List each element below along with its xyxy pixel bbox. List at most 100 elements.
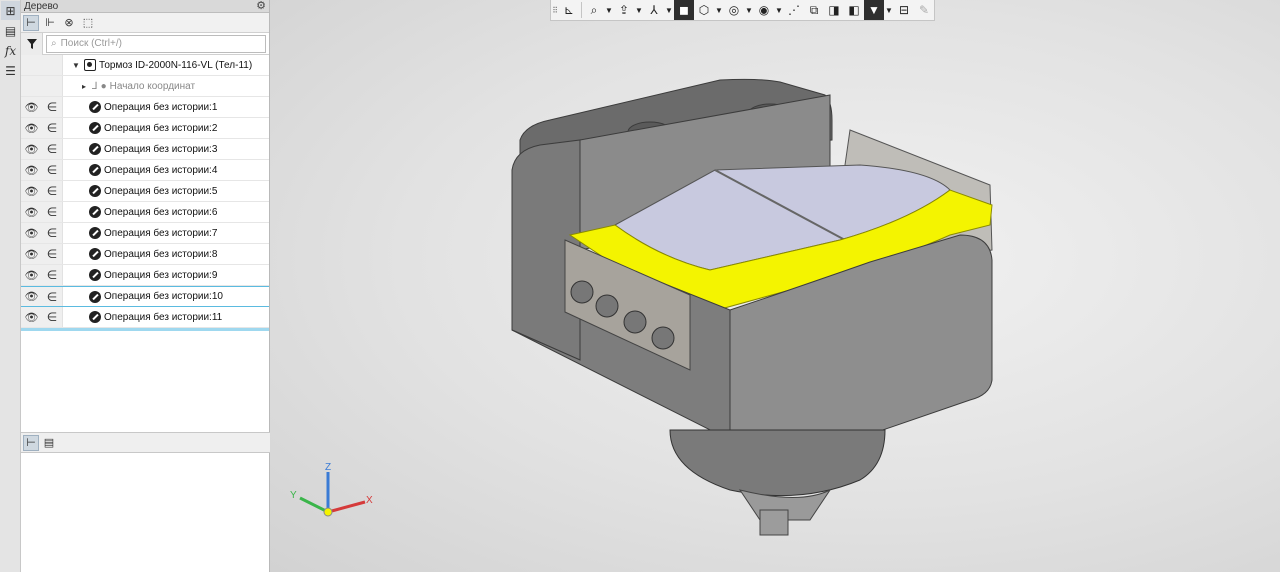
tree-operation-row[interactable]: 👁 ∈ Операция без истории:7 [21, 223, 269, 244]
y-axis [299, 496, 329, 514]
tree-operation-row[interactable]: 👁 ∈ Операция без истории:4 [21, 160, 269, 181]
visibility-eye-icon[interactable]: 👁 [21, 97, 42, 117]
search-input[interactable]: ⌕ Поиск (Ctrl+/) [46, 34, 266, 53]
tree-tab-icon[interactable]: ⊢ [23, 434, 39, 451]
operation-icon [89, 248, 101, 260]
tree-operation-row[interactable]: 👁 ∈ Операция без истории:8 [21, 244, 269, 265]
tree-operation-row[interactable]: 👁 ∈ Операция без истории:1 [21, 97, 269, 118]
tree-toolbar: ⊢ ⊩ ⊗ ⬚ [21, 13, 269, 33]
origin-dot-icon: ● [100, 80, 107, 92]
belongs-icon[interactable]: ∈ [42, 97, 63, 117]
belongs-icon[interactable]: ∈ [42, 118, 63, 138]
show-parts-icon[interactable]: ⊗ [61, 15, 77, 31]
expand-right-icon[interactable]: ▸ [79, 82, 89, 91]
operation-label: Операция без истории:9 [104, 269, 218, 281]
operation-icon [89, 143, 101, 155]
brake-model[interactable]: Z X Y [270, 0, 1280, 572]
belongs-icon[interactable]: ∈ [42, 223, 63, 243]
visibility-eye-icon[interactable]: 👁 [21, 244, 42, 264]
bottom-cylinder [669, 429, 886, 497]
operation-icon [89, 206, 101, 218]
bolt-head [651, 326, 675, 350]
y-axis-label: Y [290, 490, 297, 501]
tree-panel: Дерево ⚙ ⊢ ⊩ ⊗ ⬚ ⌕ Поиск (Ctrl+/) ▼ Торм… [21, 0, 270, 572]
operation-icon [89, 290, 101, 303]
operation-icon [89, 227, 101, 239]
panel-title: Дерево [24, 0, 59, 12]
search-icon: ⌕ [51, 38, 57, 49]
bolt-head [570, 280, 594, 304]
operation-label: Операция без истории:5 [104, 185, 218, 197]
left-icon-strip: ⊞ ▤ fx ☰ [0, 0, 21, 572]
belongs-icon[interactable]: ∈ [42, 160, 63, 180]
tree-operation-row[interactable]: 👁 ∈ Операция без истории:10 [21, 286, 269, 307]
variables-fx-icon[interactable]: fx [1, 41, 20, 60]
tree-root-row[interactable]: ▼ Тормоз ID-2000N-116-VL (Тел-11) [21, 55, 269, 76]
origin-point [323, 507, 333, 517]
tree-operation-row[interactable]: 👁 ∈ Операция без истории:2 [21, 118, 269, 139]
belongs-icon[interactable]: ∈ [42, 265, 63, 285]
coordinate-origin-icon: ⅃ [92, 80, 98, 92]
z-axis-label: Z [325, 462, 331, 473]
gear-icon[interactable]: ⚙ [256, 0, 266, 12]
belongs-icon[interactable]: ∈ [42, 139, 63, 159]
x-axis-label: X [366, 495, 373, 506]
operation-icon [89, 311, 101, 323]
bolt-head [623, 310, 647, 334]
visibility-eye-icon[interactable]: 👁 [21, 223, 42, 243]
table-tab-icon[interactable]: ▤ [41, 435, 57, 451]
expand-down-icon[interactable]: ▼ [71, 61, 81, 70]
operation-label: Операция без истории:6 [104, 206, 218, 218]
operation-label: Операция без истории:1 [104, 101, 218, 113]
belongs-icon[interactable]: ∈ [42, 287, 63, 306]
visibility-eye-icon[interactable]: 👁 [21, 287, 42, 306]
origin-label: Начало координат [109, 80, 196, 92]
properties-icon[interactable]: ▤ [1, 21, 20, 40]
panel-bottom-tabs: ⊢ ▤ [21, 432, 270, 453]
visibility-eye-icon[interactable]: 👁 [21, 265, 42, 285]
tree-origin-row[interactable]: ▸ ⅃ ● Начало координат [21, 76, 269, 97]
operation-icon [89, 269, 101, 281]
bolt-head [595, 294, 619, 318]
axis-triad: Z X Y [290, 462, 373, 517]
visibility-eye-icon[interactable]: 👁 [21, 160, 42, 180]
tree-view-icon[interactable]: ⊞ [1, 1, 20, 20]
filter-icon[interactable] [21, 32, 43, 55]
tree-operation-row[interactable]: 👁 ∈ Операция без истории:9 [21, 265, 269, 286]
assembly-icon [84, 59, 96, 71]
operation-label: Операция без истории:7 [104, 227, 218, 239]
fx-label: fx [4, 43, 17, 58]
visibility-eye-icon[interactable]: 👁 [21, 202, 42, 222]
operation-icon [89, 101, 101, 113]
x-axis [327, 500, 366, 514]
tree-rows: ▼ Тормоз ID-2000N-116-VL (Тел-11) ▸ ⅃ ● … [21, 55, 269, 331]
build-tree-icon[interactable]: ⊩ [42, 15, 58, 31]
search-placeholder: Поиск (Ctrl+/) [60, 38, 122, 49]
operation-icon [89, 122, 101, 134]
belongs-icon[interactable]: ∈ [42, 202, 63, 222]
visibility-eye-icon[interactable]: 👁 [21, 307, 42, 327]
operation-label: Операция без истории:2 [104, 122, 218, 134]
operation-label: Операция без истории:3 [104, 143, 218, 155]
operation-label: Операция без истории:10 [104, 291, 223, 302]
visibility-eye-icon[interactable]: 👁 [21, 181, 42, 201]
belongs-icon[interactable]: ∈ [42, 181, 63, 201]
belongs-icon[interactable]: ∈ [42, 244, 63, 264]
root-label: Тормоз ID-2000N-116-VL (Тел-11) [99, 59, 253, 71]
operation-label: Операция без истории:11 [104, 311, 223, 323]
panel-title-bar: Дерево ⚙ [21, 0, 269, 13]
tree-operation-row[interactable]: 👁 ∈ Операция без истории:11 [21, 307, 269, 328]
operation-label: Операция без истории:4 [104, 164, 218, 176]
belongs-icon[interactable]: ∈ [42, 307, 63, 327]
tree-operation-row[interactable]: 👁 ∈ Операция без истории:3 [21, 139, 269, 160]
layers-icon[interactable]: ☰ [1, 61, 20, 80]
select-frame-icon[interactable]: ⬚ [80, 15, 96, 31]
structure-tree-icon[interactable]: ⊢ [23, 14, 39, 31]
search-row: ⌕ Поиск (Ctrl+/) [21, 32, 269, 55]
visibility-eye-icon[interactable]: 👁 [21, 118, 42, 138]
visibility-eye-icon[interactable]: 👁 [21, 139, 42, 159]
tree-operation-row[interactable]: 👁 ∈ Операция без истории:5 [21, 181, 269, 202]
operation-icon [89, 164, 101, 176]
insert-marker [21, 328, 269, 331]
tree-operation-row[interactable]: 👁 ∈ Операция без истории:6 [21, 202, 269, 223]
